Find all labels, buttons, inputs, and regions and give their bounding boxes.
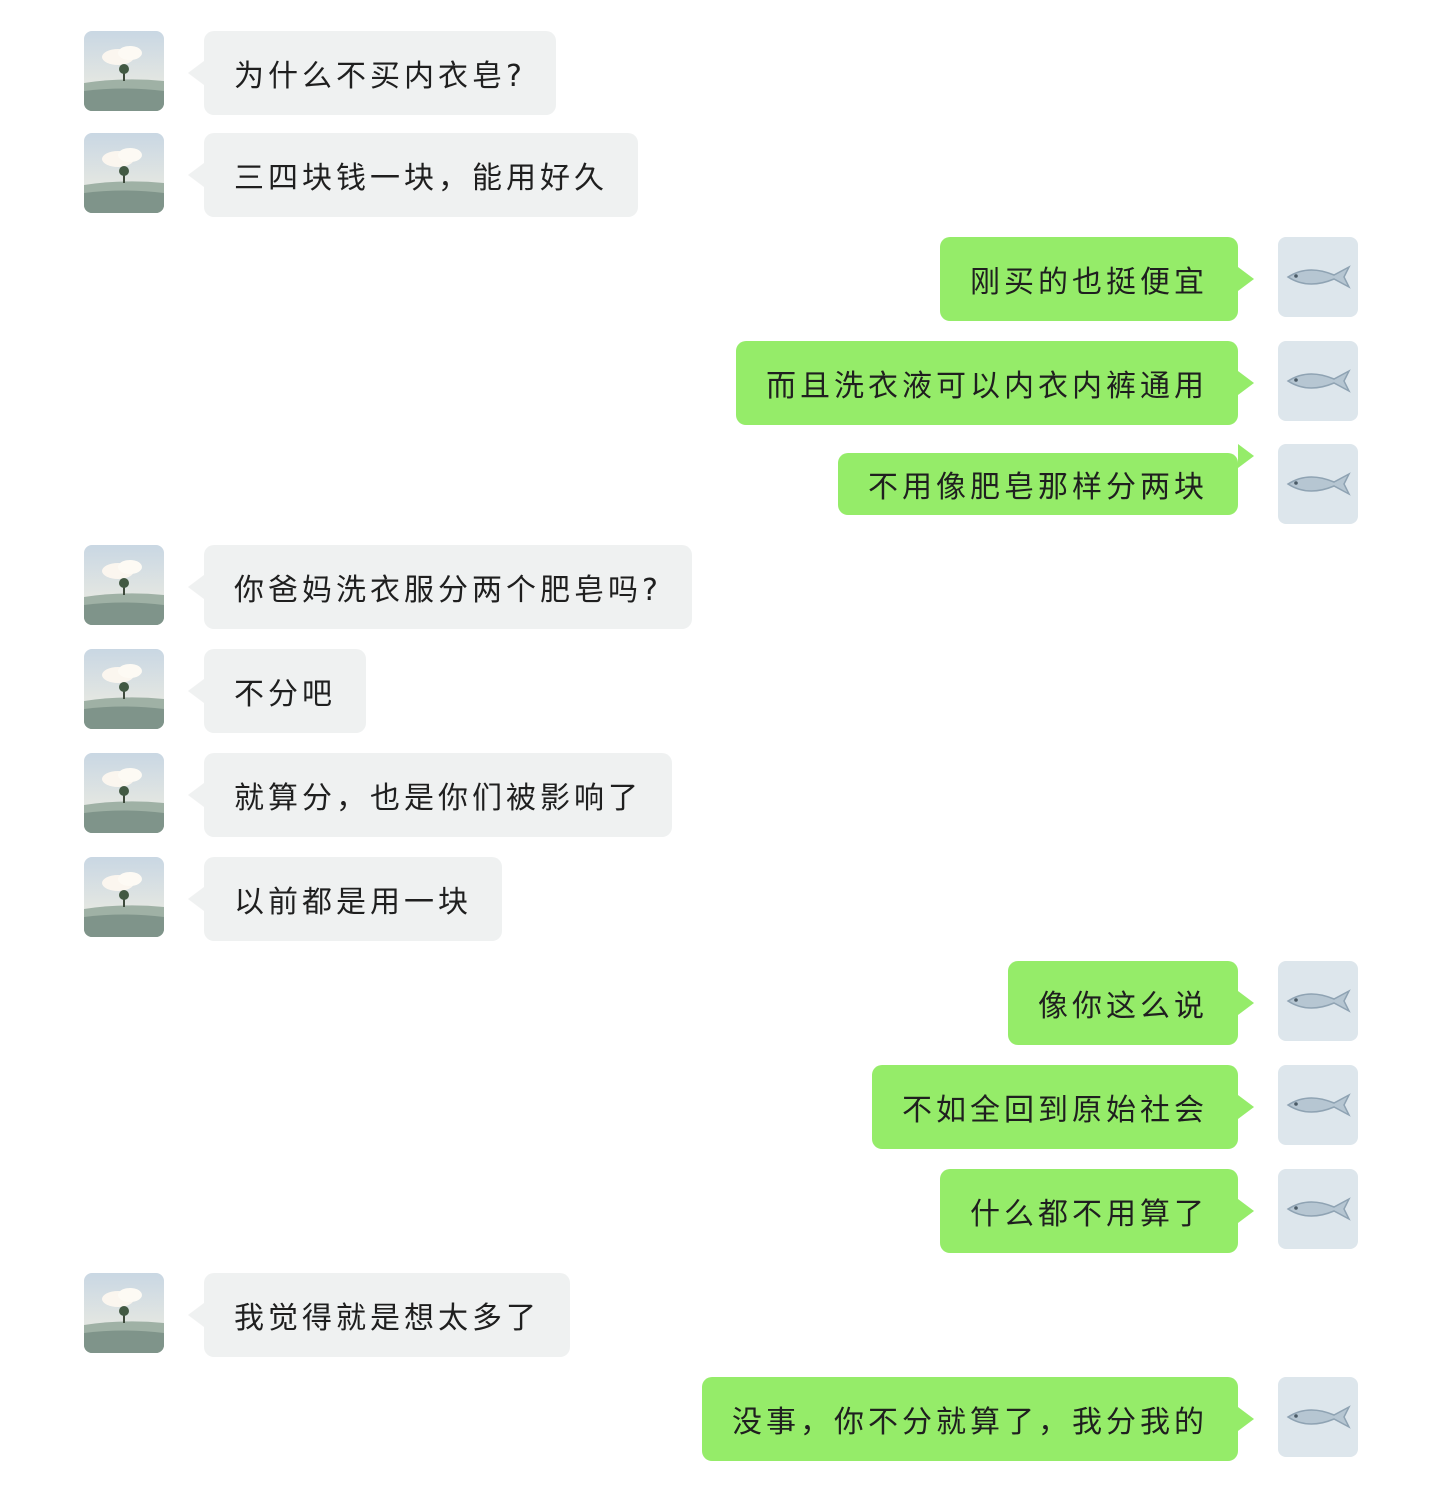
incoming-message-bubble[interactable]: 就算分，也是你们被影响了	[204, 753, 672, 837]
message-text: 没事，你不分就算了，我分我的	[732, 1405, 1208, 1440]
message-text: 不如全回到原始社会	[902, 1093, 1208, 1128]
incoming-message-bubble[interactable]: 我觉得就是想太多了	[204, 1273, 570, 1357]
bubble-tail	[188, 575, 204, 599]
incoming-message-bubble[interactable]: 不分吧	[204, 649, 366, 733]
message-row: 不如全回到原始社会	[0, 1065, 1430, 1149]
message-row: 三四块钱一块，能用好久	[0, 133, 1430, 217]
fish-avatar-icon[interactable]	[1278, 1377, 1358, 1457]
tree-landscape-avatar-icon[interactable]	[84, 649, 164, 729]
message-text: 刚买的也挺便宜	[970, 265, 1208, 300]
bubble-tail	[1238, 991, 1254, 1015]
bubble-tail	[188, 1303, 204, 1327]
message-row: 你爸妈洗衣服分两个肥皂吗?	[0, 545, 1430, 629]
incoming-message-bubble[interactable]: 你爸妈洗衣服分两个肥皂吗?	[204, 545, 692, 629]
message-row: 不用像肥皂那样分两块	[0, 444, 1430, 528]
incoming-message-bubble[interactable]: 三四块钱一块，能用好久	[204, 133, 638, 217]
message-text: 像你这么说	[1038, 989, 1208, 1024]
message-row: 什么都不用算了	[0, 1169, 1430, 1253]
fish-avatar-icon[interactable]	[1278, 1065, 1358, 1145]
message-row: 而且洗衣液可以内衣内裤通用	[0, 341, 1430, 425]
bubble-tail	[188, 163, 204, 187]
fish-avatar-icon[interactable]	[1278, 237, 1358, 317]
tree-landscape-avatar-icon[interactable]	[84, 753, 164, 833]
fish-avatar-icon[interactable]	[1278, 1169, 1358, 1249]
message-text: 我觉得就是想太多了	[234, 1301, 540, 1336]
message-row: 就算分，也是你们被影响了	[0, 753, 1430, 837]
message-text: 你爸妈洗衣服分两个肥皂吗?	[234, 573, 662, 608]
tree-landscape-avatar-icon[interactable]	[84, 857, 164, 937]
fish-avatar-icon[interactable]	[1278, 444, 1358, 524]
outgoing-message-bubble[interactable]: 而且洗衣液可以内衣内裤通用	[736, 341, 1238, 425]
message-row: 不分吧	[0, 649, 1430, 733]
incoming-message-bubble[interactable]: 以前都是用一块	[204, 857, 502, 941]
fish-avatar-icon[interactable]	[1278, 961, 1358, 1041]
outgoing-message-bubble[interactable]: 不用像肥皂那样分两块	[838, 453, 1238, 515]
message-text: 就算分，也是你们被影响了	[234, 781, 642, 816]
outgoing-message-bubble[interactable]: 什么都不用算了	[940, 1169, 1238, 1253]
bubble-tail	[1238, 1095, 1254, 1119]
tree-landscape-avatar-icon[interactable]	[84, 31, 164, 111]
message-text: 不用像肥皂那样分两块	[868, 470, 1208, 505]
message-text: 三四块钱一块，能用好久	[234, 161, 608, 196]
message-text: 为什么不买内衣皂?	[234, 59, 526, 94]
outgoing-message-bubble[interactable]: 像你这么说	[1008, 961, 1238, 1045]
outgoing-message-bubble[interactable]: 刚买的也挺便宜	[940, 237, 1238, 321]
bubble-tail	[188, 679, 204, 703]
bubble-tail	[188, 783, 204, 807]
tree-landscape-avatar-icon[interactable]	[84, 133, 164, 213]
fish-avatar-icon[interactable]	[1278, 341, 1358, 421]
message-row: 以前都是用一块	[0, 857, 1430, 941]
message-row: 为什么不买内衣皂?	[0, 31, 1430, 115]
bubble-tail	[188, 61, 204, 85]
message-text: 不分吧	[234, 677, 336, 712]
outgoing-message-bubble[interactable]: 没事，你不分就算了，我分我的	[702, 1377, 1238, 1461]
message-row: 我觉得就是想太多了	[0, 1273, 1430, 1357]
message-text: 而且洗衣液可以内衣内裤通用	[766, 369, 1208, 404]
bubble-tail	[1238, 1407, 1254, 1431]
outgoing-message-bubble[interactable]: 不如全回到原始社会	[872, 1065, 1238, 1149]
message-row: 没事，你不分就算了，我分我的	[0, 1377, 1430, 1461]
bubble-tail	[1238, 1199, 1254, 1223]
message-text: 以前都是用一块	[234, 885, 472, 920]
chat-thread: 为什么不买内衣皂? 三四块钱一块，能用好久 刚买的也挺便宜 而且洗衣液可以内衣内…	[0, 0, 1430, 1494]
bubble-tail	[1238, 267, 1254, 291]
incoming-message-bubble[interactable]: 为什么不买内衣皂?	[204, 31, 556, 115]
message-text: 什么都不用算了	[970, 1197, 1208, 1232]
message-row: 刚买的也挺便宜	[0, 237, 1430, 321]
bubble-tail	[1238, 444, 1254, 468]
message-row: 像你这么说	[0, 961, 1430, 1045]
bubble-tail	[188, 887, 204, 911]
bubble-tail	[1238, 371, 1254, 395]
tree-landscape-avatar-icon[interactable]	[84, 1273, 164, 1353]
tree-landscape-avatar-icon[interactable]	[84, 545, 164, 625]
